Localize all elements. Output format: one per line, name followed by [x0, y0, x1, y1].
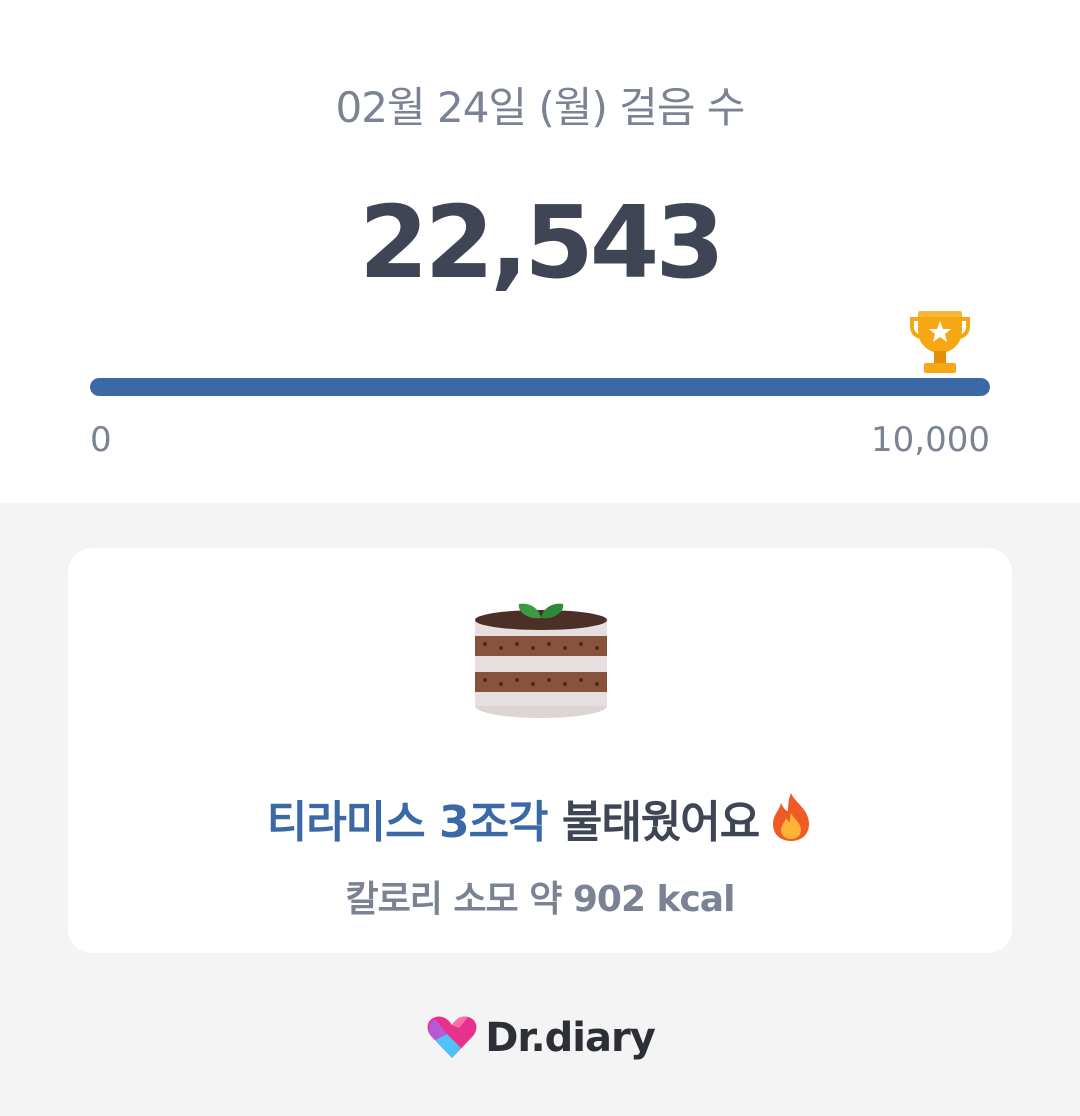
step-count: 22,543: [359, 184, 725, 301]
progress-max-label: 10,000: [871, 420, 990, 460]
brand-footer: Dr.diary: [0, 1008, 1080, 1068]
heart-logo-icon: [427, 1016, 477, 1058]
burn-message-rest: 불태웠어요: [547, 797, 760, 848]
calorie-burn-card: 티라미스 3조각 불태웠어요 칼로리 소모 약 902 kcal: [68, 548, 1012, 953]
trophy-icon: [910, 311, 970, 373]
fire-icon: [773, 793, 810, 841]
step-progress-bar: [90, 378, 990, 396]
step-progress-fill: [90, 378, 990, 396]
cake-icon: [475, 603, 607, 718]
step-summary-section: 02월 24일 (월) 걸음 수 22,543 0 10,000: [0, 0, 1080, 503]
burn-food-highlight: 티라미스 3조각: [266, 797, 549, 848]
progress-min-label: 0: [90, 420, 112, 460]
brand-name: Dr.diary: [485, 1015, 656, 1061]
burn-message: 티라미스 3조각 불태웠어요: [68, 786, 1012, 850]
calorie-burn-text: 칼로리 소모 약 902 kcal: [345, 879, 736, 920]
date-title: 02월 24일 (월) 걸음 수: [335, 83, 746, 132]
